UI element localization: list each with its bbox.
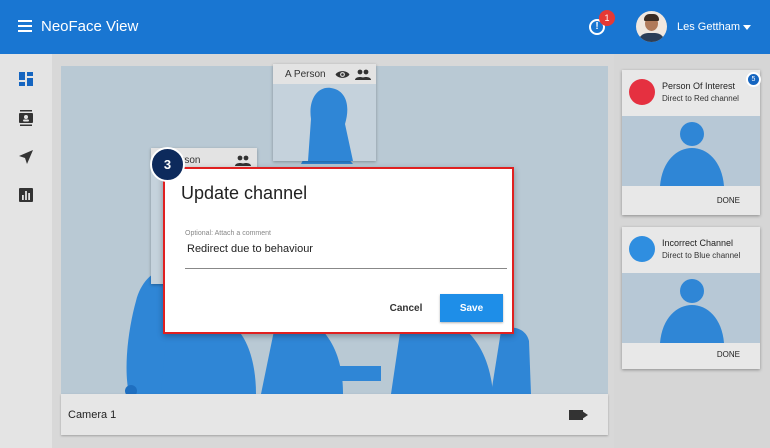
comment-input[interactable] (185, 241, 507, 269)
detection-photo (273, 84, 376, 161)
alert-subtitle: Direct to Blue channel (662, 251, 741, 260)
detection-card[interactable]: A Person (273, 64, 376, 161)
people-icon[interactable] (355, 67, 371, 80)
detection-name: A Person (285, 69, 326, 80)
bar-chart-icon[interactable] (18, 187, 34, 203)
channel-color-dot (629, 236, 655, 262)
comment-hint: Optional: Attach a comment (185, 230, 271, 237)
camera-label: Camera 1 (68, 409, 117, 421)
alert-photo (622, 116, 760, 186)
contacts-icon[interactable] (18, 110, 34, 126)
alert-count-badge: 5 (746, 72, 761, 87)
update-channel-dialog: Update channel Optional: Attach a commen… (163, 167, 514, 334)
done-button[interactable]: DONE (717, 196, 740, 205)
camera-footer: Camera 1 (61, 394, 608, 435)
menu-icon[interactable] (18, 20, 32, 32)
notification-badge: 1 (599, 10, 615, 26)
side-rail (0, 54, 52, 448)
user-name[interactable]: Les Gettham (677, 21, 740, 33)
cancel-button[interactable]: Cancel (379, 296, 433, 320)
alert-card[interactable]: Person Of Interest Direct to Red channel… (622, 70, 761, 215)
avatar[interactable] (636, 11, 667, 42)
save-button[interactable]: Save (440, 294, 503, 322)
alert-title: Person Of Interest (662, 81, 736, 91)
people-icon[interactable] (235, 153, 251, 166)
navigation-icon[interactable] (18, 149, 34, 165)
dashboard-icon[interactable] (18, 71, 34, 87)
dialog-title: Update channel (181, 183, 308, 203)
done-button[interactable]: DONE (717, 350, 740, 359)
alert-subtitle: Direct to Red channel (662, 94, 739, 103)
alert-title: Incorrect Channel (662, 238, 734, 248)
alert-photo (622, 273, 760, 343)
eye-icon[interactable] (335, 67, 350, 78)
app-title: NeoFace View (41, 18, 139, 35)
alert-card[interactable]: Incorrect Channel Direct to Blue channel… (622, 227, 760, 369)
app-bar: NeoFace View ! 1 Les Gettham (0, 0, 770, 54)
step-badge: 3 (150, 147, 185, 182)
video-camera-icon[interactable] (569, 410, 583, 420)
channel-color-dot (629, 79, 655, 105)
chevron-down-icon[interactable] (743, 25, 751, 30)
